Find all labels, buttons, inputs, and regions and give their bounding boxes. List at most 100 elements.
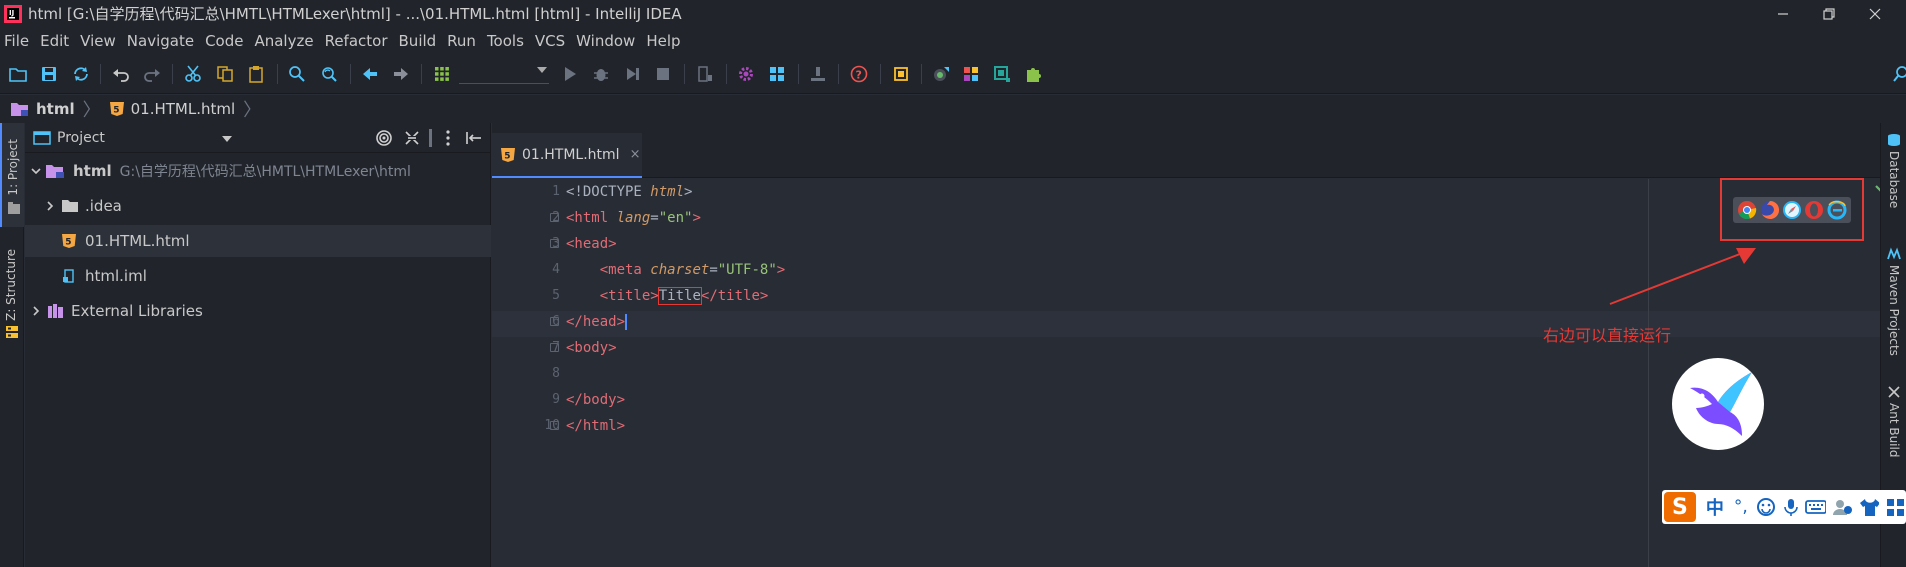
tool-tab-structure[interactable]: Z: Structure bbox=[0, 241, 24, 361]
build-project-button[interactable] bbox=[431, 63, 453, 85]
settings-button[interactable] bbox=[735, 63, 757, 85]
tool-tab-ant[interactable]: Ant Build bbox=[1881, 385, 1906, 485]
menu-file[interactable]: File bbox=[4, 32, 29, 50]
menu-run[interactable]: Run bbox=[447, 32, 476, 50]
menu-edit[interactable]: Edit bbox=[40, 32, 69, 50]
breadcrumb-item-html[interactable]: html bbox=[10, 100, 75, 118]
play-icon bbox=[565, 67, 576, 81]
cut-button[interactable] bbox=[182, 63, 204, 85]
project-view-select[interactable]: Project bbox=[57, 130, 105, 146]
menu-view[interactable]: View bbox=[80, 32, 116, 50]
menu-analyze[interactable]: Analyze bbox=[254, 32, 313, 50]
close-tab-icon[interactable]: × bbox=[630, 147, 641, 162]
run-coverage-button[interactable] bbox=[621, 63, 643, 85]
internet-explorer-icon[interactable] bbox=[1827, 200, 1847, 220]
keyboard-icon[interactable] bbox=[1805, 497, 1827, 517]
locate-target-icon[interactable] bbox=[375, 129, 393, 147]
tool-tab-database[interactable]: Database bbox=[1881, 133, 1906, 233]
sogou-logo-icon[interactable]: S bbox=[1664, 492, 1696, 522]
save-button[interactable] bbox=[38, 63, 60, 85]
code-line-9: </body> bbox=[566, 387, 625, 413]
open-button[interactable] bbox=[7, 63, 29, 85]
color-tool-button[interactable] bbox=[960, 63, 982, 85]
tool-tab-maven[interactable]: Maven Projects bbox=[1881, 247, 1906, 357]
fold-marker[interactable] bbox=[550, 421, 559, 430]
user-icon[interactable] bbox=[1832, 497, 1853, 517]
toolbox-grid-icon[interactable] bbox=[1885, 497, 1906, 517]
plugins-button[interactable] bbox=[1022, 63, 1044, 85]
editor-tab-01-html[interactable]: 5 01.HTML.html × bbox=[492, 133, 642, 178]
microphone-icon[interactable] bbox=[1781, 497, 1800, 517]
menu-window[interactable]: Window bbox=[576, 32, 635, 50]
sonar-button[interactable] bbox=[930, 63, 952, 85]
help-button[interactable]: ? bbox=[848, 63, 870, 85]
tag-token: > bbox=[776, 262, 786, 278]
html5-file-icon: 5 bbox=[109, 102, 124, 116]
arrow-left-icon bbox=[363, 68, 377, 80]
smiley-icon[interactable] bbox=[1756, 497, 1775, 517]
fold-marker[interactable] bbox=[550, 239, 559, 248]
menu-tools[interactable]: Tools bbox=[487, 32, 524, 50]
copy-button[interactable] bbox=[214, 63, 236, 85]
back-button[interactable] bbox=[359, 63, 381, 85]
minimize-button[interactable] bbox=[1760, 0, 1806, 27]
search-icon bbox=[289, 66, 305, 82]
qr-tool-button[interactable] bbox=[991, 63, 1013, 85]
search-everywhere-button[interactable] bbox=[1890, 63, 1906, 85]
coverage-icon bbox=[627, 68, 639, 80]
paste-button[interactable] bbox=[245, 63, 267, 85]
line-number: 9 bbox=[552, 392, 560, 407]
stop-button[interactable] bbox=[652, 63, 674, 85]
replace-button[interactable] bbox=[318, 63, 340, 85]
menu-help[interactable]: Help bbox=[646, 32, 680, 50]
more-options-icon[interactable] bbox=[443, 129, 453, 147]
ime-mode-toggle[interactable]: 中 bbox=[1706, 494, 1724, 520]
panel-divider bbox=[429, 129, 432, 147]
collapse-all-icon[interactable] bbox=[403, 129, 421, 147]
chevron-down-icon[interactable] bbox=[222, 136, 232, 142]
code-line-6: </head> bbox=[566, 309, 628, 335]
chrome-icon[interactable] bbox=[1737, 200, 1757, 220]
firefox-icon[interactable] bbox=[1760, 200, 1780, 220]
opera-icon[interactable] bbox=[1804, 200, 1824, 220]
svg-text:5: 5 bbox=[504, 151, 510, 161]
forward-button[interactable] bbox=[390, 63, 412, 85]
run-configuration-select[interactable] bbox=[459, 64, 549, 84]
menu-refactor[interactable]: Refactor bbox=[325, 32, 388, 50]
close-window-button[interactable] bbox=[1852, 0, 1898, 27]
breadcrumb-item-file[interactable]: 5 01.HTML.html bbox=[109, 100, 235, 118]
hide-panel-icon[interactable] bbox=[465, 129, 483, 147]
find-button[interactable] bbox=[286, 63, 308, 85]
fold-marker[interactable] bbox=[550, 343, 559, 352]
menu-navigate[interactable]: Navigate bbox=[127, 32, 194, 50]
restore-button[interactable] bbox=[1806, 0, 1852, 27]
debug-button[interactable] bbox=[590, 63, 612, 85]
build-grid-icon bbox=[435, 67, 449, 81]
tree-item-idea[interactable]: .idea bbox=[25, 190, 491, 222]
tree-item-root[interactable]: html G:\自学历程\代码汇总\HMTL\HTMLexer\html bbox=[25, 155, 491, 187]
plugin-button[interactable] bbox=[890, 63, 912, 85]
fold-marker[interactable] bbox=[550, 317, 559, 326]
skin-shirt-icon[interactable] bbox=[1859, 497, 1880, 517]
fold-marker[interactable] bbox=[550, 213, 559, 222]
tool-tab-project[interactable]: 1: Project bbox=[0, 123, 24, 227]
floating-bird-badge[interactable] bbox=[1672, 358, 1764, 450]
project-structure-button[interactable] bbox=[766, 63, 788, 85]
attach-button[interactable] bbox=[694, 63, 716, 85]
vcs-button[interactable] bbox=[807, 63, 829, 85]
tree-item-iml[interactable]: html.iml bbox=[25, 260, 491, 292]
undo-button[interactable] bbox=[110, 63, 132, 85]
safari-icon[interactable] bbox=[1782, 200, 1802, 220]
run-button[interactable] bbox=[559, 63, 581, 85]
doctype-token: > bbox=[684, 184, 693, 200]
menu-vcs[interactable]: VCS bbox=[535, 32, 565, 50]
sync-button[interactable] bbox=[70, 63, 92, 85]
tree-item-external-libraries[interactable]: External Libraries bbox=[25, 295, 491, 327]
ime-punctuation-toggle[interactable]: °, bbox=[1734, 497, 1748, 517]
menu-build[interactable]: Build bbox=[399, 32, 437, 50]
tree-item-html-file[interactable]: 5 01.HTML.html bbox=[25, 225, 491, 257]
redo-button[interactable] bbox=[141, 63, 163, 85]
line-number: 1 bbox=[552, 184, 560, 199]
menu-code[interactable]: Code bbox=[205, 32, 243, 50]
